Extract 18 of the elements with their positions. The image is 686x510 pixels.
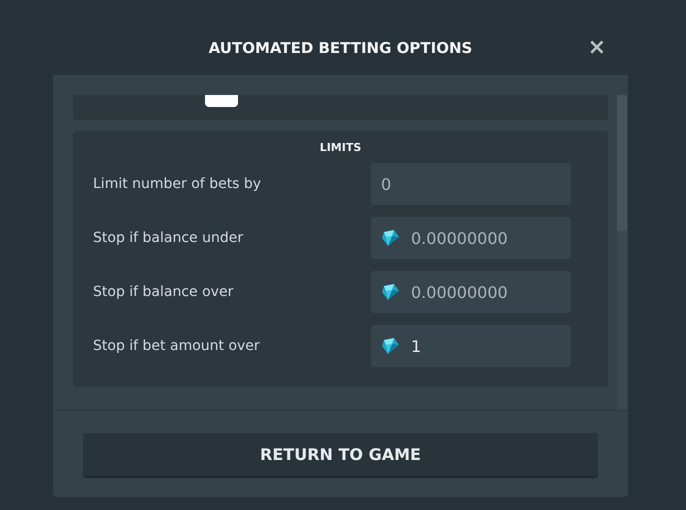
input-field[interactable]: 0.00000000: [371, 217, 571, 259]
scrollbar-thumb[interactable]: [617, 95, 627, 231]
toggle-icon[interactable]: [205, 95, 238, 107]
input-field[interactable]: 0.00000000: [371, 271, 571, 313]
input-field[interactable]: 0: [371, 163, 571, 205]
close-button[interactable]: ×: [588, 38, 606, 58]
gem-icon: [380, 336, 400, 356]
dialog-title: AUTOMATED BETTING OPTIONS: [208, 38, 472, 56]
input-field[interactable]: 1: [371, 325, 571, 367]
gem-icon: [380, 228, 400, 248]
scrollbar[interactable]: [617, 95, 627, 410]
field-label: Stop if balance under: [93, 230, 244, 246]
field-label: Limit number of bets by: [93, 176, 262, 192]
section-heading: LIMITS: [318, 141, 362, 154]
field-label: Stop if bet amount over: [93, 338, 260, 354]
field-label: Stop if balance over: [93, 284, 234, 300]
return-button[interactable]: RETURN TO GAME: [83, 432, 598, 476]
gem-icon: [380, 282, 400, 302]
